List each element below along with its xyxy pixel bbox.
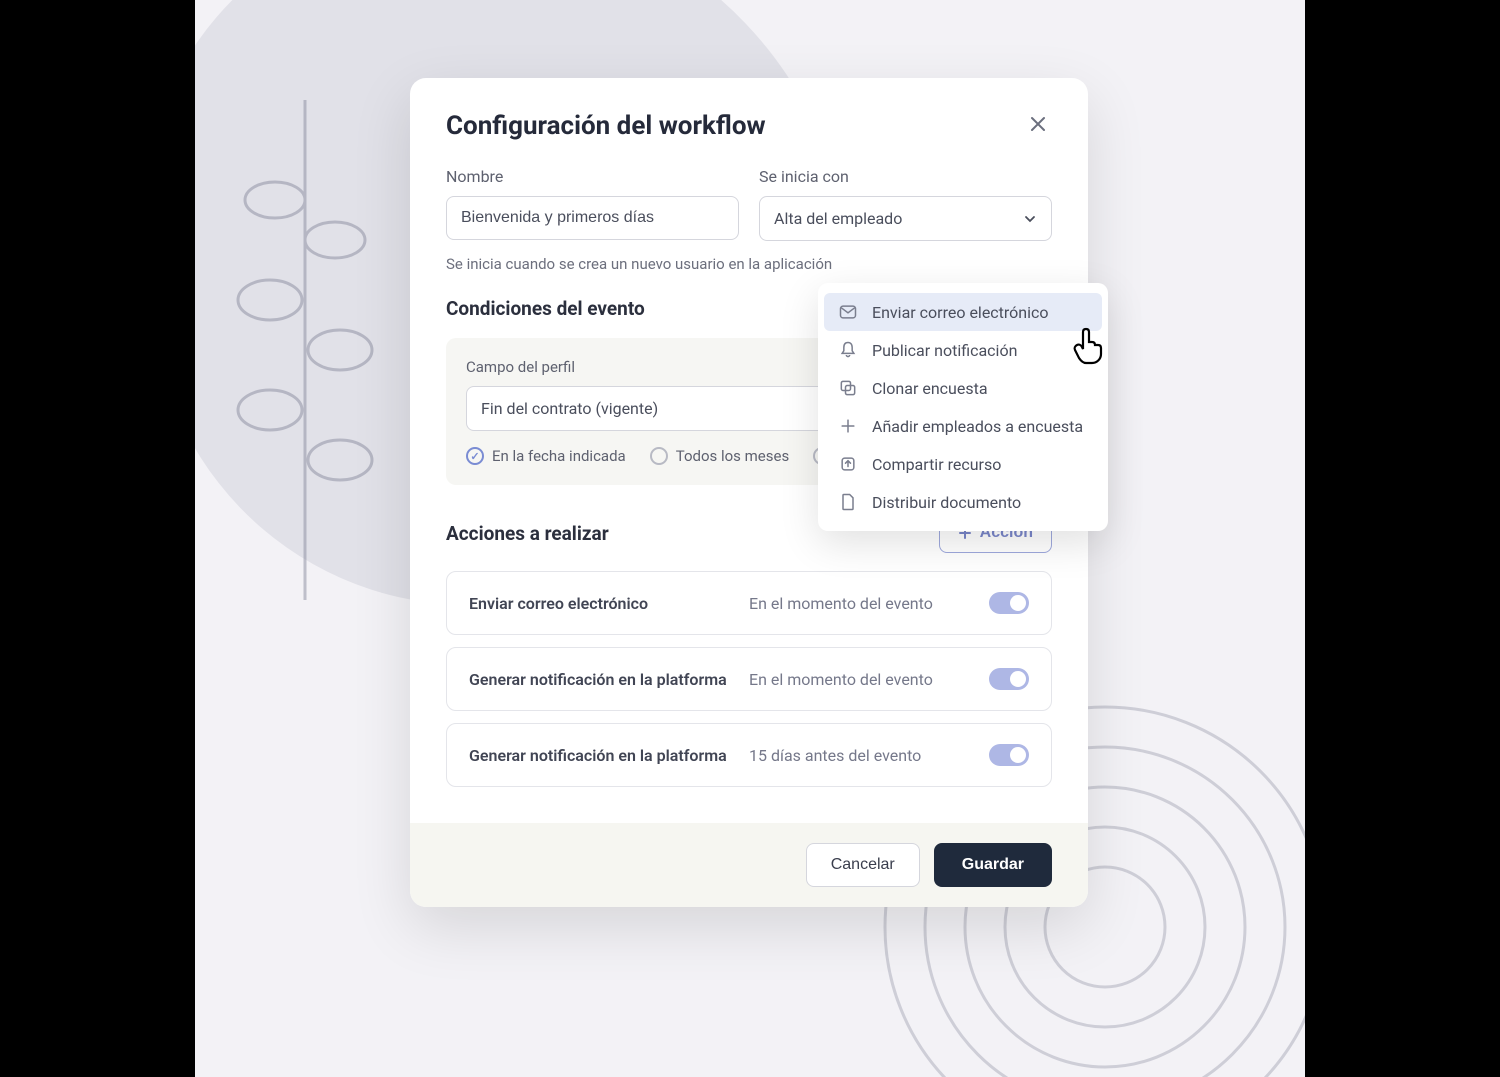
- action-timing: 15 días antes del evento: [749, 746, 989, 765]
- action-row: Enviar correo electrónico En el momento …: [446, 571, 1052, 635]
- radio-label: Todos los meses: [676, 447, 789, 465]
- dropdown-label: Clonar encuesta: [872, 379, 988, 398]
- action-row: Generar notificación en la platforma En …: [446, 647, 1052, 711]
- copy-icon: [838, 378, 858, 398]
- trigger-help-text: Se inicia cuando se crea un nuevo usuari…: [446, 255, 1052, 273]
- dropdown-label: Publicar notificación: [872, 341, 1017, 360]
- modal-footer: Cancelar Guardar: [410, 823, 1088, 907]
- trigger-select[interactable]: Alta del empleado: [759, 196, 1052, 241]
- action-title: Enviar correo electrónico: [469, 594, 749, 613]
- radio-checked-icon: [466, 447, 484, 465]
- action-title: Generar notificación en la platforma: [469, 746, 749, 765]
- cancel-button[interactable]: Cancelar: [806, 843, 920, 887]
- radio-on-date[interactable]: En la fecha indicada: [466, 447, 626, 465]
- action-timing: En el momento del evento: [749, 594, 989, 613]
- radio-every-month[interactable]: Todos los meses: [650, 447, 789, 465]
- profile-field-select[interactable]: Fin del contrato (vigente): [466, 386, 876, 431]
- close-button[interactable]: [1024, 110, 1052, 141]
- dropdown-item-add-employees[interactable]: Añadir empleados a encuesta: [824, 407, 1102, 445]
- dropdown-item-publish-notification[interactable]: Publicar notificación: [824, 331, 1102, 369]
- close-icon: [1028, 114, 1048, 134]
- background-stage: Configuración del workflow Nombre Se ini…: [195, 0, 1305, 1077]
- share-icon: [838, 454, 858, 474]
- radio-label: En la fecha indicada: [492, 447, 626, 465]
- save-button[interactable]: Guardar: [934, 843, 1052, 887]
- trigger-label: Se inicia con: [759, 167, 1052, 186]
- action-row: Generar notificación en la platforma 15 …: [446, 723, 1052, 787]
- dropdown-label: Añadir empleados a encuesta: [872, 417, 1083, 436]
- dropdown-item-send-email[interactable]: Enviar correo electrónico: [824, 293, 1102, 331]
- dropdown-item-share-resource[interactable]: Compartir recurso: [824, 445, 1102, 483]
- action-type-dropdown: Enviar correo electrónico Publicar notif…: [818, 283, 1108, 531]
- workflow-config-modal: Configuración del workflow Nombre Se ini…: [410, 78, 1088, 907]
- dropdown-item-distribute-document[interactable]: Distribuir documento: [824, 483, 1102, 521]
- modal-title: Configuración del workflow: [446, 111, 766, 141]
- profile-field-label: Campo del perfil: [466, 358, 876, 376]
- document-icon: [838, 492, 858, 512]
- plus-icon: [838, 416, 858, 436]
- bell-icon: [838, 340, 858, 360]
- action-title: Generar notificación en la platforma: [469, 670, 749, 689]
- dropdown-label: Enviar correo electrónico: [872, 303, 1049, 322]
- actions-title: Acciones a realizar: [446, 522, 609, 545]
- chevron-down-icon: [1023, 212, 1037, 226]
- radio-unchecked-icon: [650, 447, 668, 465]
- cursor-hand-icon: [1070, 326, 1106, 366]
- profile-field-value: Fin del contrato (vigente): [481, 399, 658, 418]
- dropdown-label: Compartir recurso: [872, 455, 1001, 474]
- action-toggle[interactable]: [989, 668, 1029, 690]
- action-toggle[interactable]: [989, 744, 1029, 766]
- name-input[interactable]: [446, 196, 739, 240]
- dropdown-item-clone-survey[interactable]: Clonar encuesta: [824, 369, 1102, 407]
- mail-icon: [838, 302, 858, 322]
- name-label: Nombre: [446, 167, 739, 186]
- action-timing: En el momento del evento: [749, 670, 989, 689]
- trigger-value: Alta del empleado: [774, 209, 902, 228]
- bg-leaf-decoration: [215, 100, 395, 600]
- action-toggle[interactable]: [989, 592, 1029, 614]
- dropdown-label: Distribuir documento: [872, 493, 1021, 512]
